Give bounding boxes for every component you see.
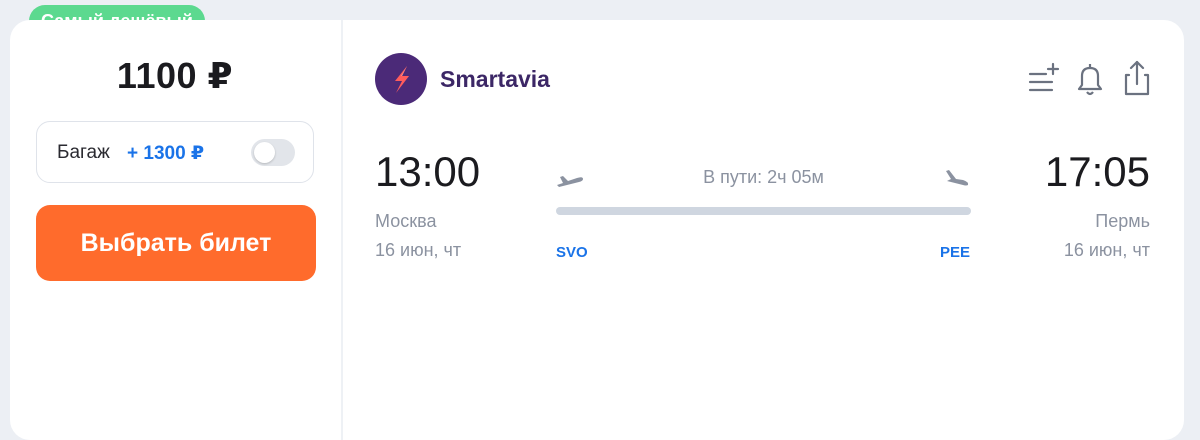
route-progress-bar	[556, 207, 971, 215]
arrival-date: 16 июн, чт	[1063, 240, 1150, 260]
departure-city: Москва	[375, 211, 437, 231]
ticket-price: 1100 ₽	[116, 55, 234, 96]
smartavia-logo-icon	[375, 53, 427, 105]
select-ticket-button[interactable]: Выбрать билет	[36, 205, 316, 281]
card-divider	[341, 20, 343, 440]
bell-icon[interactable]	[1073, 58, 1107, 98]
baggage-toggle[interactable]	[251, 139, 295, 166]
departure-time: 13:00	[375, 148, 481, 195]
departure-iata: SVO	[556, 244, 588, 261]
airline-name: Smartavia	[440, 66, 550, 92]
arrival-iata: PEE	[940, 244, 971, 261]
toggle-knob	[254, 142, 275, 163]
arrival-city: Пермь	[1095, 211, 1150, 231]
share-icon[interactable]	[1120, 58, 1154, 98]
add-to-list-icon[interactable]	[1026, 58, 1060, 98]
baggage-price: + 1300 ₽	[127, 143, 205, 164]
arrival-time: 17:05	[1044, 148, 1150, 195]
baggage-option[interactable]: Багаж + 1300 ₽	[36, 121, 314, 183]
landing-plane-icon	[942, 167, 972, 191]
baggage-label: Багаж	[57, 142, 110, 163]
departure-date: 16 июн, чт	[375, 240, 462, 260]
flight-duration: В пути: 2ч 05м	[703, 167, 824, 187]
